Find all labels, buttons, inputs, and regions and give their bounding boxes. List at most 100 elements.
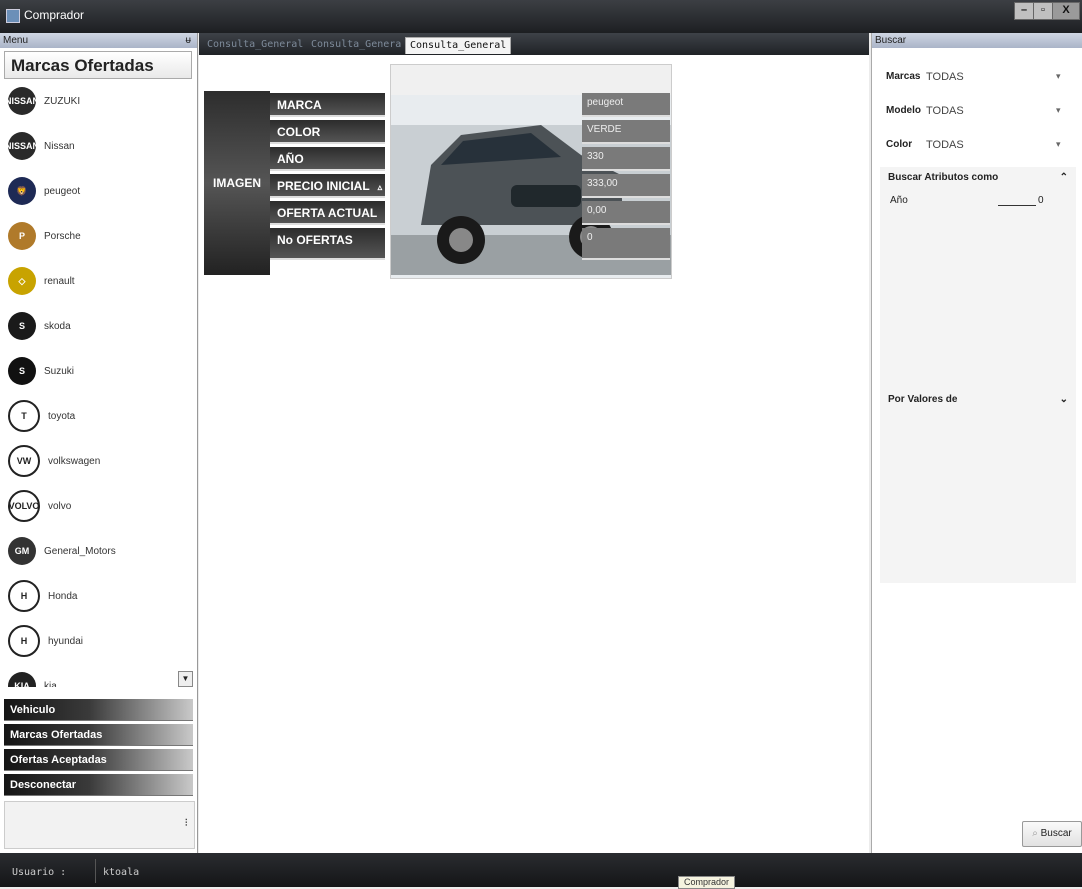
brand-item[interactable]: ◇ renault	[8, 264, 183, 298]
tab-consulta-general[interactable]: Consulta_General	[203, 37, 307, 53]
nav-pane-overflow[interactable]: ⁝	[4, 801, 195, 849]
filter-select[interactable]: TODAS	[926, 105, 1056, 122]
field-label-text: OFERTA ACTUAL	[277, 206, 378, 220]
filter-select[interactable]: TODAS	[926, 139, 1056, 156]
brand-name: General_Motors	[44, 545, 116, 557]
brand-item[interactable]: NISSAN ZUZUKI	[5, 84, 183, 118]
window-title-bar: Comprador – ▫ X	[0, 0, 1082, 33]
field-value: 0	[582, 228, 670, 260]
minimize-button[interactable]: –	[1014, 2, 1034, 20]
search-button[interactable]: ⌕ Buscar	[1022, 821, 1082, 847]
magnifier-icon: ⌕	[1032, 828, 1041, 839]
nav-button-ofertas-aceptadas[interactable]: Ofertas Aceptadas	[4, 749, 193, 771]
brand-item[interactable]: P Porsche	[8, 219, 183, 253]
brand-name: Nissan	[44, 140, 75, 152]
year-attribute-value[interactable]: 0	[1038, 195, 1044, 206]
brand-item[interactable]: VW volkswagen	[8, 444, 183, 478]
nissan-logo-icon: NISSAN	[5, 132, 39, 160]
field-label: COLOR	[270, 120, 385, 144]
pin-icon[interactable]: ᵾ	[186, 33, 191, 48]
brand-item[interactable]: H Honda	[8, 579, 183, 613]
brand-name: peugeot	[44, 185, 81, 197]
dropdown-arrow-icon[interactable]: ▾	[1056, 105, 1061, 116]
brand-list: NISSAN ZUZUKI NISSAN Nissan 🦁 peugeot P Porsche…	[0, 82, 197, 687]
gm-square-icon: GM	[8, 537, 36, 565]
attributes-section-header[interactable]: Buscar Atributos como ⌃	[880, 167, 1076, 189]
suzuki-s-icon: S	[8, 357, 36, 385]
peugeot-lion-icon: 🦁	[8, 177, 36, 205]
brand-name: Honda	[48, 590, 78, 602]
horizontal-scrollbar[interactable]	[199, 833, 869, 849]
brands-section-title: Marcas Ofertadas	[4, 51, 192, 79]
year-attribute-label: Año	[890, 195, 908, 206]
field-value: 333,00	[582, 174, 670, 198]
brand-item[interactable]: NISSAN Nissan	[5, 129, 183, 163]
menu-panel-header: Menu ᵾ	[0, 33, 197, 48]
document-area: Consulta_General Consulta_Genera Consulta_…	[199, 33, 869, 853]
menu-header-label: Menu	[3, 35, 29, 46]
dropdown-arrow-icon[interactable]: ▾	[1056, 139, 1061, 150]
field-label: AÑO	[270, 147, 385, 171]
brand-item[interactable]: Hhyundai	[8, 624, 183, 658]
field-value: 0,00	[582, 201, 670, 225]
close-button[interactable]: X	[1052, 2, 1080, 20]
hyundai-h-icon: H	[8, 625, 40, 657]
tab-consulta-general[interactable]: Consulta_General	[405, 37, 512, 54]
year-attribute-row[interactable]: Año 0	[880, 191, 1076, 211]
chevron-down-icon[interactable]: ⁝	[185, 816, 189, 829]
field-value: 330	[582, 147, 670, 171]
renault-diamond-icon: ◇	[8, 267, 36, 295]
field-label: OFERTA ACTUAL	[270, 201, 385, 225]
brand-item[interactable]: Ttoyota	[8, 399, 183, 433]
filter-label: Modelo	[886, 105, 921, 116]
field-label: PRECIO INICIAL ▵	[270, 174, 385, 198]
nissan-logo-icon: NISSAN	[5, 87, 39, 115]
sort-icon[interactable]: ▵	[378, 182, 383, 192]
tab-consulta-general[interactable]: Consulta_Genera	[307, 37, 405, 53]
filter-label: Marcas	[886, 71, 921, 82]
brand-name: toyota	[48, 410, 76, 422]
porsche-crest-icon: P	[8, 222, 36, 250]
nav-button-vehiculo[interactable]: Vehiculo	[4, 699, 193, 721]
filter-label: Color	[886, 139, 913, 150]
values-section-header[interactable]: Por Valores de ⌄	[880, 389, 1076, 411]
toyota-ellipses-icon: T	[8, 400, 40, 432]
field-label-text: MARCA	[277, 98, 322, 112]
brand-name: renault	[44, 275, 75, 287]
brand-name: Porsche	[44, 230, 81, 242]
brand-item[interactable]: 🦁 peugeot	[8, 174, 183, 208]
brand-name: kia	[44, 680, 57, 688]
filter-row: Modelo TODAS ▾	[886, 101, 1076, 125]
filter-row: Color TODAS ▾	[886, 135, 1076, 159]
image-header-cell: IMAGEN	[204, 91, 270, 275]
menu-panel: Menu ᵾ Marcas Ofertadas NISSAN ZUZUKI NISS…	[0, 33, 198, 853]
chevron-up-icon[interactable]: ⌃	[1060, 167, 1068, 189]
status-bar: Usuario : ktoala	[0, 853, 1082, 887]
chevron-down-icon[interactable]: ⌄	[1060, 389, 1068, 411]
search-header-label: Buscar	[875, 35, 907, 46]
brand-list-scroll-down-icon[interactable]: ▼	[178, 671, 193, 687]
nav-button-marcas-ofertadas[interactable]: Marcas Ofertadas	[4, 724, 193, 746]
dropdown-arrow-icon[interactable]: ▾	[1056, 71, 1061, 82]
nav-button-desconectar[interactable]: Desconectar	[4, 774, 193, 796]
honda-h-icon: H	[8, 580, 40, 612]
volvo-wordmark-icon: VOLVO	[8, 490, 40, 522]
brand-name: volkswagen	[48, 455, 101, 467]
year-value-line	[998, 205, 1036, 206]
maximize-button[interactable]: ▫	[1033, 2, 1053, 20]
brand-item[interactable]: VOLVO volvo	[8, 489, 183, 523]
kia-oval-icon: KIA	[8, 672, 36, 687]
brand-item[interactable]: KIA kia	[8, 669, 183, 687]
field-label: MARCA	[270, 93, 385, 117]
user-value: ktoala	[103, 867, 140, 878]
search-panel: Buscar Buscar Atributos como ⌃ Año 0 Por…	[871, 33, 1082, 853]
filter-select[interactable]: TODAS	[926, 71, 1056, 88]
taskbar-tooltip: Comprador	[678, 876, 736, 889]
values-section-label: Por Valores de	[888, 394, 958, 405]
search-panel-header: Buscar	[872, 33, 1082, 48]
field-label-text: AÑO	[277, 152, 304, 166]
brand-item[interactable]: GM General_Motors	[8, 534, 183, 568]
brand-item[interactable]: S Suzuki	[8, 354, 183, 388]
field-label: No OFERTAS	[270, 228, 385, 260]
brand-item[interactable]: Sskoda	[8, 309, 183, 343]
